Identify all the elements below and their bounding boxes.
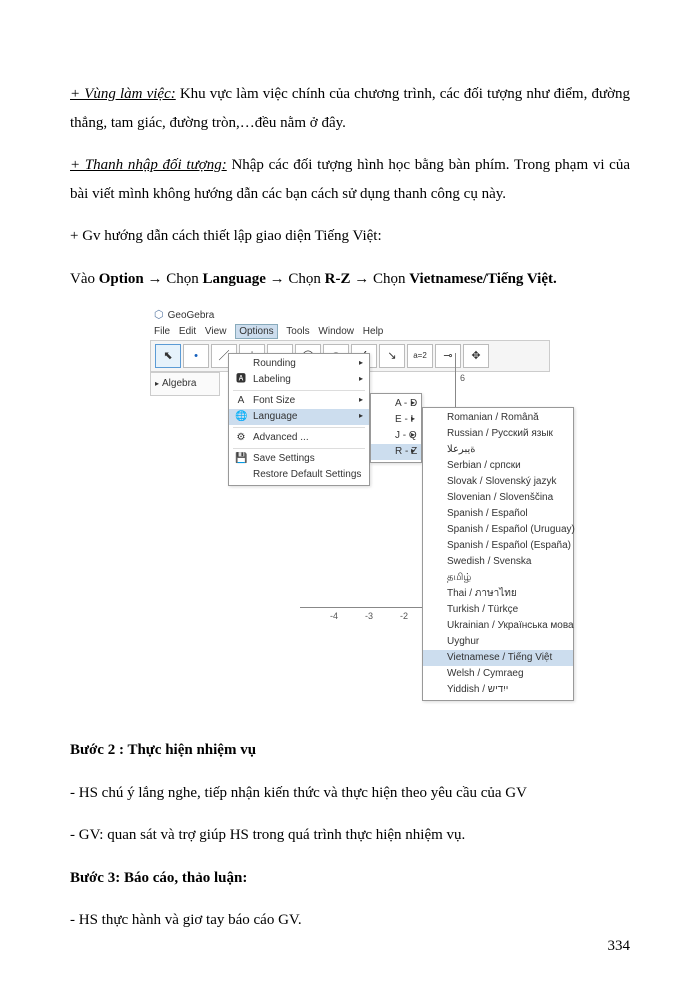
- tool-pointer[interactable]: ⬉: [155, 344, 181, 368]
- lang-uyghur[interactable]: Uyghur: [423, 634, 573, 650]
- lang-welsh[interactable]: Welsh / Cymraeg: [423, 666, 573, 682]
- page-number: 334: [608, 932, 631, 961]
- lang-yiddish[interactable]: Yiddish / ייִדיש: [423, 682, 573, 698]
- alpha-submenu: A - D E - I J - Q R - Z: [370, 393, 422, 463]
- label-workspace: + Vùng làm việc:: [70, 86, 176, 102]
- opt-advanced[interactable]: ⚙Advanced ...: [229, 430, 369, 446]
- menu-edit[interactable]: Edit: [179, 326, 196, 337]
- step3-line-a: - HS thực hành và giơ tay báo cáo GV.: [70, 906, 630, 935]
- paragraph-guide: + Gv hướng dẫn cách thiết lập giao diện …: [70, 222, 630, 251]
- menu-view[interactable]: View: [205, 326, 227, 337]
- step3-title: Bước 3: Báo cáo, thảo luận:: [70, 864, 630, 893]
- menu-options[interactable]: Options: [235, 324, 277, 339]
- gear-icon: ⚙: [235, 432, 247, 444]
- algebra-panel[interactable]: Algebra: [150, 372, 220, 396]
- alpha-ei[interactable]: E - I: [371, 412, 421, 428]
- step2-line-a: - HS chú ý lắng nghe, tiếp nhận kiến thứ…: [70, 779, 630, 808]
- lang-serbian[interactable]: Serbian / српски: [423, 458, 573, 474]
- step2-title: Bước 2 : Thực hiện nhiệm vụ: [70, 736, 630, 765]
- opt-labeling[interactable]: 🅰Labeling: [229, 372, 369, 388]
- lang-spanish-uy[interactable]: Spanish / Español (Uruguay): [423, 522, 573, 538]
- lang-spanish-es[interactable]: Spanish / Español (España): [423, 538, 573, 554]
- lang-slovenian[interactable]: Slovenian / Slovenščina: [423, 490, 573, 506]
- app-title: GeoGebra: [168, 310, 215, 322]
- tool-text[interactable]: a=2: [407, 344, 433, 368]
- lang-spanish[interactable]: Spanish / Español: [423, 506, 573, 522]
- lang-turkish[interactable]: Turkish / Türkçe: [423, 602, 573, 618]
- language-icon: 🌐: [235, 411, 247, 423]
- tool-move-view[interactable]: ✥: [463, 344, 489, 368]
- paragraph-workspace: + Vùng làm việc: Khu vực làm việc chính …: [70, 80, 630, 137]
- opt-save[interactable]: 💾Save Settings: [229, 451, 369, 467]
- language-submenu: Romanian / Română Russian / Русский язык…: [422, 407, 574, 701]
- lang-vietnamese[interactable]: Vietnamese / Tiếng Việt: [423, 650, 573, 666]
- tool-point[interactable]: •: [183, 344, 209, 368]
- menu-tools[interactable]: Tools: [286, 326, 309, 337]
- document-page: + Vùng làm việc: Khu vực làm việc chính …: [0, 0, 700, 990]
- lang-arabic[interactable]: ةيبرعلا: [423, 442, 573, 458]
- menu-file[interactable]: File: [154, 326, 170, 337]
- fontsize-icon: A: [235, 395, 247, 407]
- alpha-ad[interactable]: A - D: [371, 396, 421, 412]
- geogebra-screenshot: ⬡ GeoGebra File Edit View Options Tools …: [150, 307, 550, 716]
- opt-fontsize[interactable]: AFont Size: [229, 393, 369, 409]
- lang-tamil[interactable]: தமிழ்: [423, 570, 573, 586]
- lang-russian[interactable]: Russian / Русский язык: [423, 426, 573, 442]
- menu-bar: File Edit View Options Tools Window Help: [150, 324, 550, 340]
- lang-romanian[interactable]: Romanian / Română: [423, 410, 573, 426]
- labeling-icon: 🅰: [235, 374, 247, 386]
- options-dropdown: Rounding 🅰Labeling AFont Size 🌐Language …: [228, 353, 370, 486]
- lang-slovak[interactable]: Slovak / Slovenský jazyk: [423, 474, 573, 490]
- paragraph-inputbar: + Thanh nhập đối tượng: Nhập các đối tượ…: [70, 151, 630, 208]
- alpha-rz[interactable]: R - Z: [371, 444, 421, 460]
- geogebra-icon: ⬡: [154, 309, 164, 322]
- lang-swedish[interactable]: Swedish / Svenska: [423, 554, 573, 570]
- save-icon: 💾: [235, 453, 247, 465]
- label-inputbar: + Thanh nhập đối tượng:: [70, 157, 227, 173]
- alpha-jq[interactable]: J - Q: [371, 428, 421, 444]
- paragraph-path: Vào Option → Chọn Language → Chọn R-Z → …: [70, 265, 630, 294]
- lang-ukrainian[interactable]: Ukrainian / Українська мова: [423, 618, 573, 634]
- lang-thai[interactable]: Thai / ภาษาไทย: [423, 586, 573, 602]
- tool-slider[interactable]: ⊸: [435, 344, 461, 368]
- titlebar: ⬡ GeoGebra: [150, 307, 550, 324]
- opt-restore[interactable]: Restore Default Settings: [229, 467, 369, 483]
- menu-help[interactable]: Help: [363, 326, 384, 337]
- tool-reflect[interactable]: ↘: [379, 344, 405, 368]
- opt-language[interactable]: 🌐Language: [229, 409, 369, 425]
- step2-line-b: - GV: quan sát và trợ giúp HS trong quá …: [70, 821, 630, 850]
- opt-rounding[interactable]: Rounding: [229, 356, 369, 372]
- menu-window[interactable]: Window: [318, 326, 354, 337]
